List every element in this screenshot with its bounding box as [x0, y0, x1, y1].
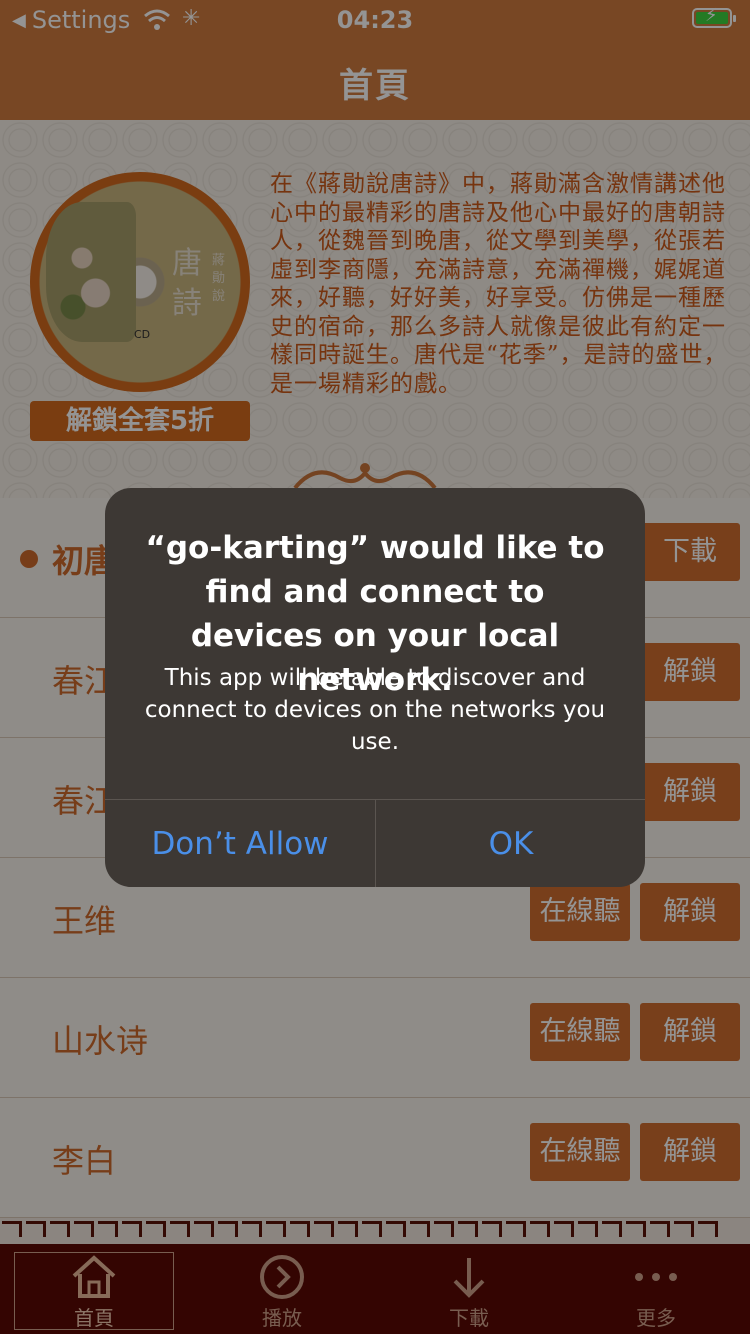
ok-button[interactable]: OK	[375, 800, 645, 887]
alert-button-row: Don’t Allow OK	[105, 799, 645, 887]
alert-message: This app will be able to discover and co…	[144, 665, 606, 755]
dont-allow-button[interactable]: Don’t Allow	[105, 800, 375, 887]
app-screen: ◀ Settings ✳ 04:23 ⚡ 首頁 唐詩 蔣勛說 CD 解鎖全套5折…	[0, 0, 750, 1334]
local-network-permission-alert: “go-karting” would like to find and conn…	[105, 488, 645, 887]
